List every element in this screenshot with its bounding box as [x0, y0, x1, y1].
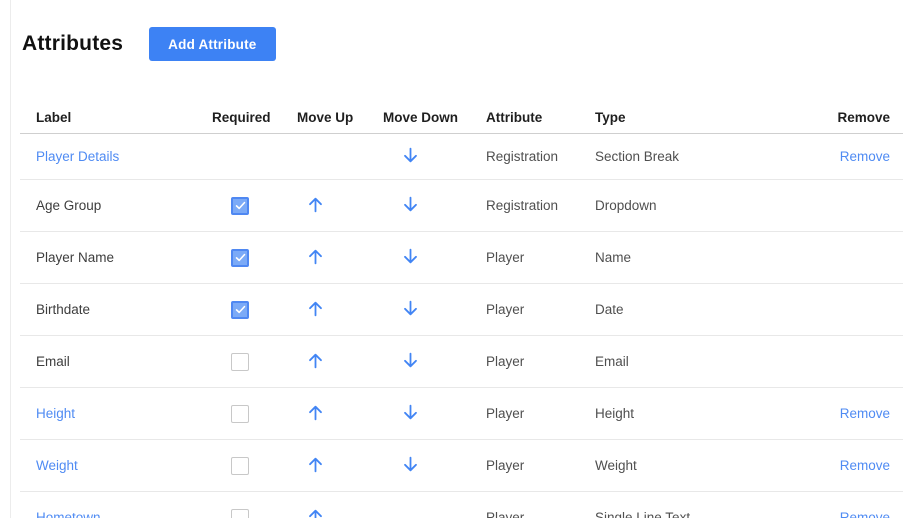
column-header-remove: Remove — [804, 110, 890, 125]
arrow-up-icon — [306, 351, 325, 370]
arrow-down-icon — [401, 195, 420, 214]
check-icon — [234, 199, 247, 212]
type-value: Date — [595, 302, 624, 317]
attribute-value: Registration — [486, 198, 558, 213]
arrow-down-icon — [401, 299, 420, 318]
remove-link[interactable]: Remove — [840, 406, 890, 421]
left-panel-divider — [10, 0, 11, 518]
arrow-down-icon — [401, 146, 420, 165]
remove-link[interactable]: Remove — [840, 149, 890, 164]
attribute-value: Player — [486, 250, 524, 265]
table-row: Age Group Registration — [20, 180, 903, 232]
required-checkbox[interactable] — [231, 509, 249, 518]
table-row: Player Name Player — [20, 232, 903, 284]
required-checkbox[interactable] — [231, 405, 249, 423]
arrow-up-icon — [306, 507, 325, 518]
required-checkbox[interactable] — [231, 197, 249, 215]
move-up-button[interactable] — [306, 247, 325, 266]
move-up-button[interactable] — [306, 507, 325, 518]
row-label: Birthdate — [36, 302, 90, 317]
type-value: Dropdown — [595, 198, 657, 213]
table-row: Weight Player — [20, 440, 903, 492]
move-down-button[interactable] — [401, 403, 420, 422]
move-up-button[interactable] — [306, 455, 325, 474]
header-bar: Attributes Add Attribute — [0, 0, 921, 61]
column-header-move-up: Move Up — [297, 110, 383, 125]
move-down-button[interactable] — [401, 455, 420, 474]
type-value: Name — [595, 250, 631, 265]
required-checkbox[interactable] — [231, 457, 249, 475]
type-value: Section Break — [595, 149, 679, 164]
add-attribute-button[interactable]: Add Attribute — [149, 27, 275, 61]
attribute-value: Player — [486, 510, 524, 518]
row-label: Player Name — [36, 250, 114, 265]
move-down-button[interactable] — [401, 195, 420, 214]
required-checkbox[interactable] — [231, 249, 249, 267]
row-label: Email — [36, 354, 70, 369]
attributes-table: Label Required Move Up Move Down Attribu… — [20, 101, 903, 518]
attribute-value: Player — [486, 406, 524, 421]
row-label: Age Group — [36, 198, 101, 213]
arrow-up-icon — [306, 195, 325, 214]
type-value: Height — [595, 406, 634, 421]
column-header-move-down: Move Down — [383, 110, 486, 125]
move-up-button[interactable] — [306, 351, 325, 370]
column-header-required: Required — [212, 110, 297, 125]
arrow-down-icon — [401, 403, 420, 422]
row-label[interactable]: Weight — [36, 458, 78, 473]
row-label[interactable]: Hometown — [36, 510, 101, 518]
table-header-row: Label Required Move Up Move Down Attribu… — [20, 101, 903, 134]
table-row: Hometown Player Single Line Text — [20, 492, 903, 518]
row-label[interactable]: Player Details — [36, 149, 119, 164]
table-row: Height Player — [20, 388, 903, 440]
required-checkbox[interactable] — [231, 301, 249, 319]
attributes-page: Attributes Add Attribute Label Required … — [0, 0, 921, 518]
type-value: Weight — [595, 458, 637, 473]
table-row: Email Player — [20, 336, 903, 388]
attribute-value: Player — [486, 354, 524, 369]
row-label[interactable]: Height — [36, 406, 75, 421]
move-down-button[interactable] — [401, 247, 420, 266]
arrow-down-icon — [401, 455, 420, 474]
type-value: Single Line Text — [595, 510, 690, 518]
column-header-attribute: Attribute — [486, 110, 595, 125]
remove-link[interactable]: Remove — [840, 510, 890, 518]
move-down-button[interactable] — [401, 299, 420, 318]
move-up-button[interactable] — [306, 403, 325, 422]
move-down-button[interactable] — [401, 351, 420, 370]
remove-link[interactable]: Remove — [840, 458, 890, 473]
attribute-value: Registration — [486, 149, 558, 164]
move-up-button[interactable] — [306, 195, 325, 214]
column-header-type: Type — [595, 110, 804, 125]
table-row: Player Details Registration Section Brea… — [20, 134, 903, 180]
arrow-down-icon — [401, 247, 420, 266]
attribute-value: Player — [486, 302, 524, 317]
arrow-up-icon — [306, 247, 325, 266]
required-checkbox[interactable] — [231, 353, 249, 371]
arrow-up-icon — [306, 299, 325, 318]
move-down-button[interactable] — [401, 146, 420, 165]
arrow-up-icon — [306, 403, 325, 422]
move-up-button[interactable] — [306, 299, 325, 318]
page-title: Attributes — [22, 32, 123, 56]
attribute-value: Player — [486, 458, 524, 473]
check-icon — [234, 251, 247, 264]
check-icon — [234, 303, 247, 316]
arrow-up-icon — [306, 455, 325, 474]
type-value: Email — [595, 354, 629, 369]
table-body: Player Details Registration Section Brea… — [20, 134, 903, 518]
column-header-label: Label — [36, 110, 212, 125]
table-row: Birthdate Player — [20, 284, 903, 336]
arrow-down-icon — [401, 351, 420, 370]
